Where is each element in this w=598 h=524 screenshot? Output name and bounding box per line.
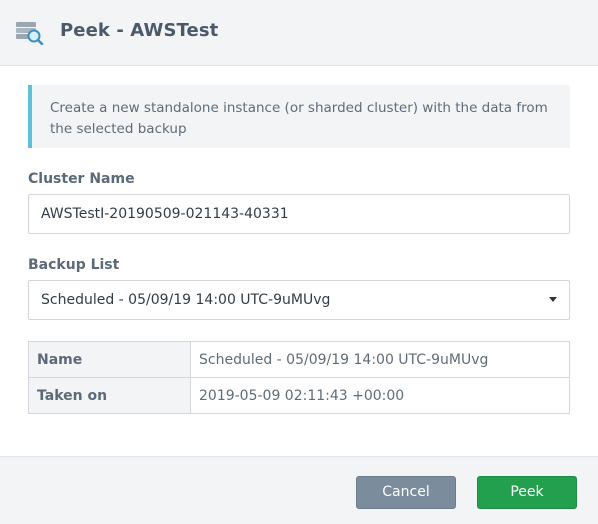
table-row: Name Scheduled - 05/09/19 14:00 UTC-9uMU… xyxy=(28,341,570,378)
dialog-footer: Cancel Peek xyxy=(0,456,598,524)
caret-down-icon xyxy=(549,297,557,302)
backup-details-table: Name Scheduled - 05/09/19 14:00 UTC-9uMU… xyxy=(28,341,570,414)
table-row: Taken on 2019-05-09 02:11:43 +00:00 xyxy=(28,377,570,414)
cluster-name-input[interactable]: AWSTestI-20190509-021143-40331 xyxy=(28,194,570,234)
backup-list-label: Backup List xyxy=(28,257,120,273)
details-key: Name xyxy=(28,341,191,378)
database-search-icon xyxy=(14,19,44,46)
dialog-title: Peek - AWSTest xyxy=(60,20,219,41)
peek-button[interactable]: Peek xyxy=(477,476,577,509)
cancel-button[interactable]: Cancel xyxy=(356,476,456,509)
backup-list-select[interactable]: Scheduled - 05/09/19 14:00 UTC-9uMUvg xyxy=(28,280,570,320)
details-value: Scheduled - 05/09/19 14:00 UTC-9uMUvg xyxy=(190,341,570,378)
dialog-header: Peek - AWSTest xyxy=(0,0,598,66)
info-message: Create a new standalone instance (or sha… xyxy=(28,85,570,148)
backup-list-selected: Scheduled - 05/09/19 14:00 UTC-9uMUvg xyxy=(41,292,331,308)
details-key: Taken on xyxy=(28,377,191,414)
cluster-name-value: AWSTestI-20190509-021143-40331 xyxy=(41,206,289,222)
details-value: 2019-05-09 02:11:43 +00:00 xyxy=(190,377,570,414)
cluster-name-label: Cluster Name xyxy=(28,171,135,187)
